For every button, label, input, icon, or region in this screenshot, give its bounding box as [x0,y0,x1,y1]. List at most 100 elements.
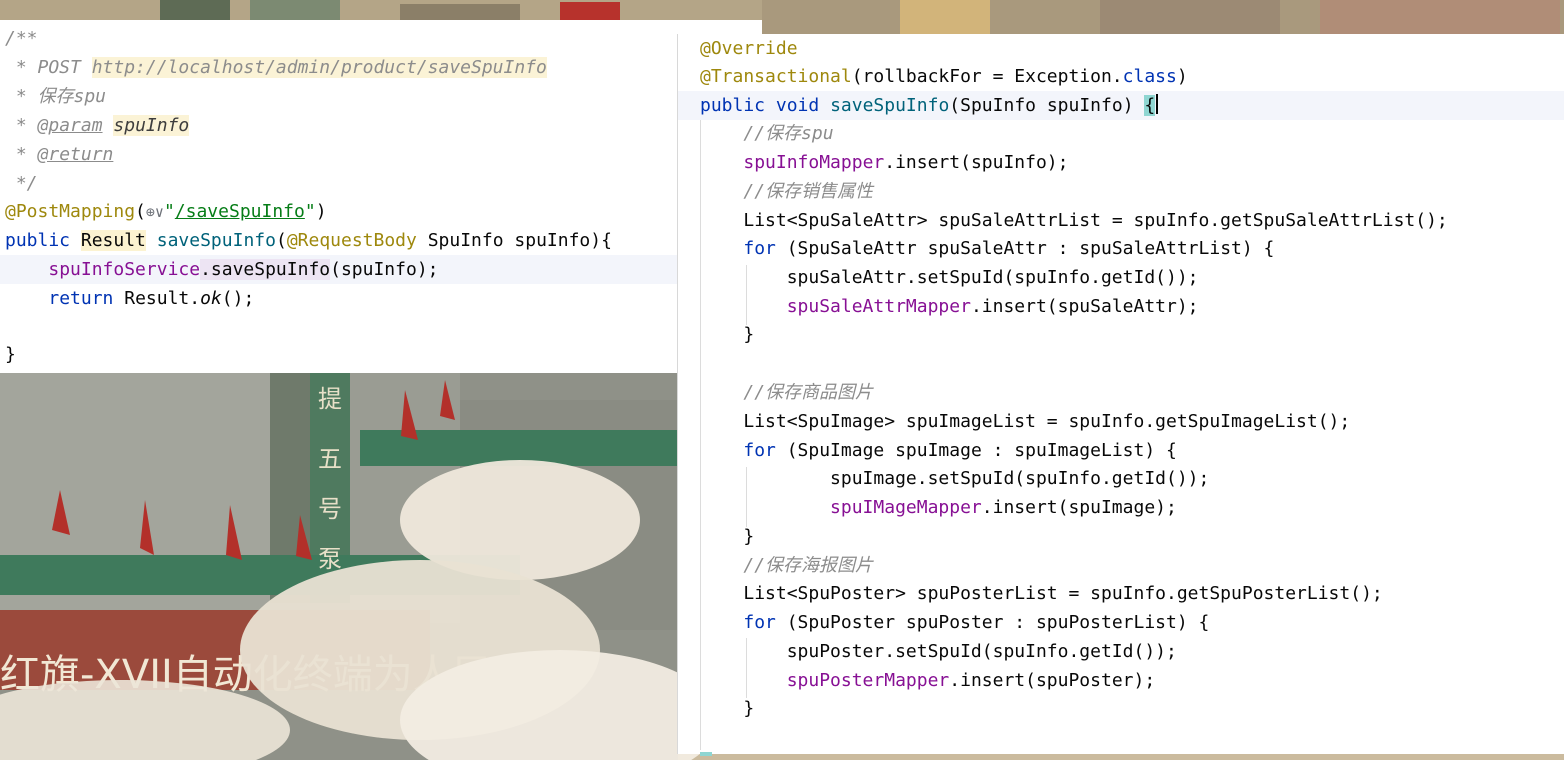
method-call: .insert(spuPoster); [949,670,1156,691]
code-line[interactable]: public Result saveSpuInfo(@RequestBody S… [0,226,762,255]
code-line[interactable]: List<SpuPoster> spuPosterList = spuInfo.… [678,579,1564,608]
arguments: (); [221,288,255,309]
field-reference[interactable]: spuSaleAttrMapper [787,296,971,317]
method-call: .insert(spuImage); [981,497,1177,518]
line-comment: //保存spu [743,123,834,144]
code-line[interactable]: * @return [0,140,762,169]
paren: ( [275,230,287,251]
statement: spuPoster.setSpuId(spuInfo.getId()); [786,641,1177,662]
string-quote: " [304,201,316,222]
method-name[interactable]: saveSpuInfo [157,230,276,251]
code-line[interactable]: } [678,320,1564,349]
annotation-args: (rollbackFor = Exception. [851,66,1123,87]
code-line-current[interactable]: spuInfoService.saveSpuInfo(spuInfo); [0,255,762,284]
web-endpoint-icon[interactable]: ⊕∨ [146,198,164,227]
field-reference[interactable]: spuInfoMapper [743,152,884,173]
code-line[interactable]: } [0,340,762,369]
method-call[interactable]: .saveSpuInfo [200,259,331,280]
statement: List<SpuImage> spuImageList = spuInfo.ge… [743,411,1351,432]
keyword: for [743,238,776,259]
paren: ( [135,201,146,222]
code-line[interactable]: for (SpuPoster spuPoster : spuPosterList… [678,608,1564,637]
doc-comment-open: /** [5,28,38,49]
code-line[interactable]: spuSaleAttrMapper.insert(spuSaleAttr); [678,292,1564,321]
service-code-panel[interactable]: @Override @Transactional(rollbackFor = E… [678,34,1564,754]
static-method-call[interactable]: ok [200,288,222,309]
code-line[interactable]: //保存海报图片 [678,551,1564,580]
code-line[interactable]: */ [0,169,762,198]
annotation-override[interactable]: @Override [700,38,798,59]
arguments: (spuInfo); [330,259,439,280]
controller-code-panel[interactable]: /** * POST http://localhost/admin/produc… [0,20,762,373]
code-line[interactable]: spuPoster.setSpuId(spuInfo.getId()); [678,637,1564,666]
doc-param-tag[interactable]: @param [38,115,103,136]
endpoint-path-link[interactable]: /saveSpuInfo [175,201,305,222]
field-reference[interactable]: spuPosterMapper [787,670,950,691]
doc-text: * [5,144,38,165]
class-reference: Result. [113,288,201,309]
doc-text: * POST [5,57,92,78]
code-line[interactable]: List<SpuImage> spuImageList = spuInfo.ge… [678,407,1564,436]
code-line[interactable]: @PostMapping(⊕∨"/saveSpuInfo") [0,197,762,226]
code-line[interactable]: //保存销售属性 [678,177,1564,206]
loop-header: (SpuPoster spuPoster : spuPosterList) { [775,612,1210,633]
code-line[interactable]: spuImage.setSpuId(spuInfo.getId()); [678,464,1564,493]
loop-header: (SpuSaleAttr spuSaleAttr : spuSaleAttrLi… [775,238,1275,259]
code-line[interactable]: spuPosterMapper.insert(spuPoster); [678,666,1564,695]
code-line[interactable]: for (SpuSaleAttr spuSaleAttr : spuSaleAt… [678,234,1564,263]
annotation-transactional[interactable]: @Transactional [700,66,852,87]
line-comment: //保存海报图片 [743,555,874,576]
code-line[interactable]: spuIMageMapper.insert(spuImage); [678,493,1564,522]
matched-brace: { [1144,95,1156,116]
closing-brace: } [743,698,755,719]
code-line[interactable]: @Override [678,34,1564,63]
keyword: public [5,230,71,251]
wallpaper-vertical-char-1: 提 [318,385,342,413]
keyword: class [1122,66,1177,87]
code-line[interactable]: } [678,694,1564,723]
code-line[interactable]: List<SpuSaleAttr> spuSaleAttrList = spuI… [678,206,1564,235]
keyword: void [775,95,820,116]
paren: ) [315,201,327,222]
code-line[interactable]: return Result.ok(); [0,284,762,313]
code-line[interactable]: } [678,522,1564,551]
annotation-requestbody[interactable]: @RequestBody [287,230,417,251]
statement: List<SpuSaleAttr> spuSaleAttrList = spuI… [743,210,1448,231]
code-line[interactable]: spuInfoMapper.insert(spuInfo); [678,148,1564,177]
doc-param-name[interactable]: spuInfo [113,115,190,136]
code-line[interactable]: @Transactional(rollbackFor = Exception.c… [678,62,1564,91]
annotation-postmapping[interactable]: @PostMapping [5,201,135,222]
string-quote: " [163,201,175,222]
code-line[interactable]: //保存spu [678,119,1564,148]
wallpaper-vertical-char-4: 泵 [318,545,342,573]
code-line[interactable]: spuSaleAttr.setSpuId(spuInfo.getId()); [678,263,1564,292]
field-reference[interactable]: spuIMageMapper [830,497,982,518]
keyword: for [743,612,776,633]
code-line[interactable]: for (SpuImage spuImage : spuImageList) { [678,436,1564,465]
scroll-marker [700,752,712,756]
doc-url[interactable]: http://localhost/admin/product/saveSpuIn… [91,57,547,78]
code-line[interactable]: * @param spuInfo [0,111,762,140]
code-line[interactable]: * 保存spu [0,82,762,111]
code-line[interactable]: * POST http://localhost/admin/product/sa… [0,53,762,82]
field-reference[interactable]: spuInfoService [48,259,200,280]
keyword: return [48,288,114,309]
closing-brace: } [743,526,755,547]
code-line[interactable]: /** [0,24,762,53]
paren: ) [1176,66,1188,87]
keyword: for [743,440,776,461]
doc-text: * [5,115,38,136]
code-line-current[interactable]: public void saveSpuInfo(SpuInfo spuInfo)… [678,91,1564,120]
return-type[interactable]: Result [80,230,146,251]
statement: spuSaleAttr.setSpuId(spuInfo.getId()); [786,267,1199,288]
parameters: SpuInfo spuInfo){ [416,230,612,251]
wallpaper-vertical-char-2: 五 [318,445,342,473]
method-call: .insert(spuSaleAttr); [970,296,1199,317]
parameters: (SpuInfo spuInfo) [949,95,1145,116]
line-comment: //保存销售属性 [743,181,874,202]
closing-brace: } [5,344,16,365]
code-line[interactable]: //保存商品图片 [678,378,1564,407]
doc-comment-close: */ [5,173,38,194]
method-name[interactable]: saveSpuInfo [830,95,949,116]
doc-return-tag[interactable]: @return [38,144,114,165]
